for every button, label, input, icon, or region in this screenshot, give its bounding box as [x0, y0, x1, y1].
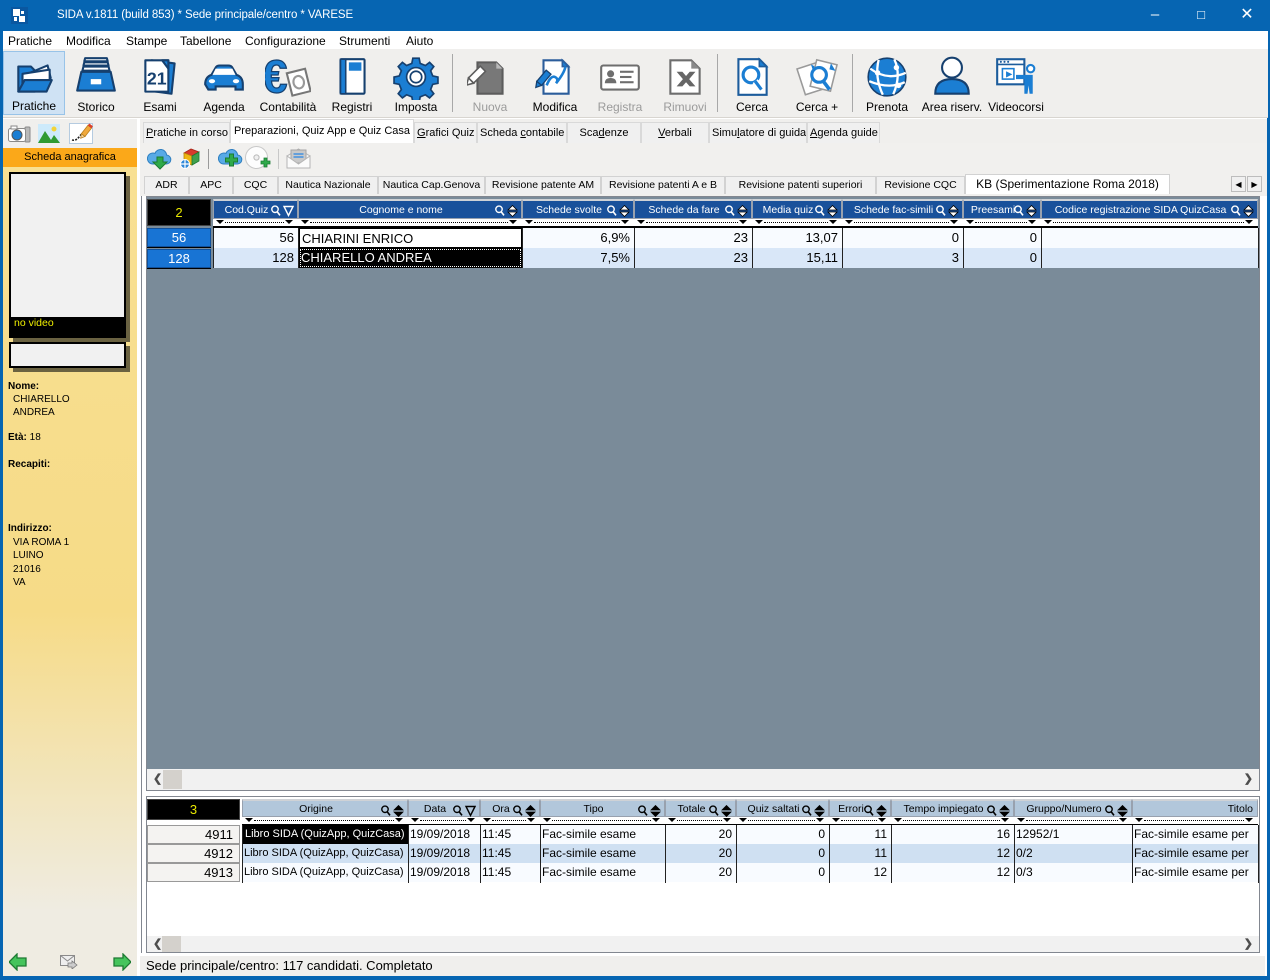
svg-text:21: 21	[147, 68, 167, 88]
svg-text:€: €	[265, 54, 287, 100]
